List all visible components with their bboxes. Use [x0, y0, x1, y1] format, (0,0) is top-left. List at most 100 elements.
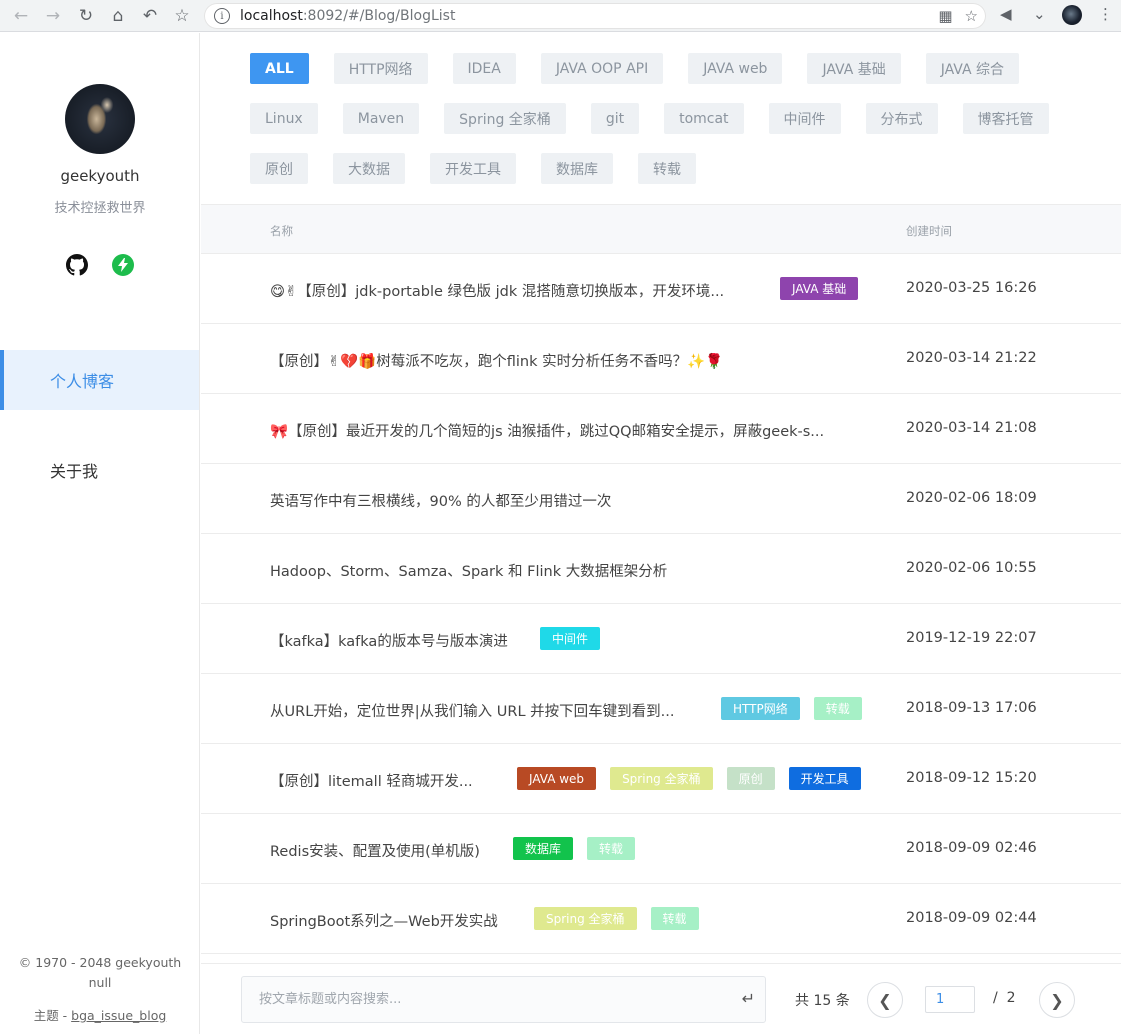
- post-title-link[interactable]: 英语写作中有三根横线，90% 的人都至少用错过一次: [270, 490, 611, 511]
- prev-page-button[interactable]: ❮: [867, 982, 903, 1018]
- tag-filter-button[interactable]: 大数据: [333, 153, 405, 184]
- column-header-name: 名称: [270, 224, 293, 238]
- post-title-link[interactable]: 【原创】litemall 轻商城开发...: [270, 770, 473, 791]
- menu-dots-icon[interactable]: ⋮: [1098, 5, 1113, 23]
- reload-icon[interactable]: ↻: [73, 4, 99, 28]
- sidebar-item-blog[interactable]: 个人博客: [0, 350, 199, 410]
- footer-null: null: [88, 975, 112, 990]
- bookmark-star-icon[interactable]: ☆: [169, 4, 195, 28]
- tag-row: ALL HTTP网络 IDEA JAVA OOP API JAVA web JAVA 基础…: [250, 53, 1044, 84]
- tag-filter-button[interactable]: 开发工具: [430, 153, 516, 184]
- post-tag-badge[interactable]: Spring 全家桶: [534, 907, 637, 930]
- post-title-link[interactable]: 【kafka】kafka的版本号与版本演进: [270, 630, 508, 651]
- tag-filter-button[interactable]: JAVA OOP API: [540, 53, 664, 84]
- bottom-bar: ↵ 共 15 条 ❮ / 2 ❯: [201, 963, 1121, 1034]
- github-icon[interactable]: [66, 254, 88, 276]
- table-row[interactable]: 英语写作中有三根横线，90% 的人都至少用错过一次 2020-02-06 18:0…: [201, 464, 1121, 534]
- post-tags: JAVA web Spring 全家桶 原创 开发工具: [517, 767, 861, 790]
- post-tags: HTTP网络 转载: [721, 697, 862, 720]
- home-icon[interactable]: ⌂: [105, 4, 131, 28]
- post-tag-badge[interactable]: 开发工具: [788, 767, 861, 790]
- forward-icon[interactable]: →: [40, 4, 66, 28]
- page-number-input[interactable]: [925, 986, 975, 1013]
- address-bar[interactable]: i localhost:8092/#/Blog/BlogList ▦ ☆: [204, 3, 986, 29]
- table-row[interactable]: Hadoop、Storm、Samza、Spark 和 Flink 大数据框架分析…: [201, 534, 1121, 604]
- post-title-link[interactable]: 😋✌【原创】jdk-portable 绿色版 jdk 混搭随意切换版本，开发环境…: [270, 280, 724, 301]
- tag-filter-button[interactable]: 分布式: [865, 103, 938, 134]
- back-icon[interactable]: ←: [8, 4, 34, 28]
- table-row[interactable]: 【原创】litemall 轻商城开发... JAVA web Spring 全家桶原…: [201, 744, 1121, 814]
- post-tag-badge[interactable]: 转载: [650, 907, 699, 930]
- enter-icon[interactable]: ↵: [742, 989, 755, 1008]
- tag-filter-button[interactable]: JAVA 基础: [807, 53, 901, 84]
- post-tag-badge[interactable]: Spring 全家桶: [610, 767, 713, 790]
- table-row[interactable]: 【原创】✌💔🎁树莓派不吃灰，跑个flink 实时分析任务不香吗？✨🌹 2020-0…: [201, 324, 1121, 394]
- table-row[interactable]: 【kafka】kafka的版本号与版本演进 中间件 2019-12-19 22:07: [201, 604, 1121, 674]
- tag-filter-button[interactable]: 中间件: [768, 103, 841, 134]
- table-row[interactable]: SpringBoot系列之—Web开发实战 Spring 全家桶 转载 2018-09…: [201, 884, 1121, 954]
- post-title-link[interactable]: 从URL开始，定位世界|从我们输入 URL 并按下回车键到看到...: [270, 700, 674, 721]
- tag-row: Linux Maven Spring 全家桶 git tomcat 中间件 分布式 博客托管: [250, 103, 1074, 134]
- post-tag-badge[interactable]: 转载: [813, 697, 862, 720]
- tag-filter-button[interactable]: Linux: [250, 103, 318, 134]
- post-created-time: 2018-09-09 02:44: [906, 910, 1037, 926]
- extension-chevron-icon[interactable]: ⌄: [1033, 5, 1046, 23]
- username: geekyouth: [60, 167, 140, 185]
- post-title-link[interactable]: Hadoop、Storm、Samza、Spark 和 Flink 大数据框架分析: [270, 560, 667, 581]
- tag-filter-button[interactable]: ALL: [250, 53, 309, 84]
- tag-filter-button[interactable]: JAVA 综合: [925, 53, 1020, 84]
- info-icon[interactable]: i: [214, 8, 230, 24]
- tag-filter-button[interactable]: 原创: [250, 153, 308, 184]
- tag-filter-button[interactable]: 博客托管: [962, 103, 1049, 134]
- tag-filter-button[interactable]: HTTP网络: [333, 53, 428, 84]
- sidebar: geekyouth 技术控拯救世界 个人博客 关于我 © 1970 - 2048…: [0, 33, 200, 1034]
- post-created-time: 2018-09-09 02:46: [906, 840, 1037, 856]
- post-title-link[interactable]: 【原创】✌💔🎁树莓派不吃灰，跑个flink 实时分析任务不香吗？✨🌹: [270, 350, 723, 371]
- sidebar-item-about[interactable]: 关于我: [0, 440, 199, 500]
- post-tag-badge[interactable]: JAVA 基础: [780, 277, 859, 300]
- post-created-time: 2018-09-12 15:20: [906, 770, 1037, 786]
- post-tag-badge[interactable]: HTTP网络: [721, 697, 800, 720]
- extension-avatar-icon[interactable]: [1062, 5, 1082, 25]
- chevron-right-icon: ❯: [1050, 990, 1064, 1010]
- total-count: 共 15 条: [795, 993, 850, 1009]
- bookmark-star-icon[interactable]: ☆: [965, 7, 978, 25]
- search-input[interactable]: [257, 991, 727, 1008]
- post-tag-badge[interactable]: 数据库: [513, 837, 574, 860]
- table-row[interactable]: 🎀【原创】最近开发的几个简短的js 油猴插件，跳过QQ邮箱安全提示，屏蔽geek…: [201, 394, 1121, 464]
- tag-filter-button[interactable]: git: [590, 103, 640, 134]
- page-total: / 2: [993, 990, 1016, 1006]
- tag-filter-button[interactable]: Spring 全家桶: [444, 103, 566, 134]
- total-pages: 2: [1006, 990, 1016, 1006]
- table-row[interactable]: Redis安装、配置及使用(单机版) 数据库 转载 2018-09-09 02:46: [201, 814, 1121, 884]
- page-separator: /: [993, 990, 998, 1006]
- table-row[interactable]: 从URL开始，定位世界|从我们输入 URL 并按下回车键到看到... HTTP网络…: [201, 674, 1121, 744]
- post-title-link[interactable]: Redis安装、配置及使用(单机版): [270, 840, 480, 861]
- table-row[interactable]: 😋✌【原创】jdk-portable 绿色版 jdk 混搭随意切换版本，开发环境…: [201, 254, 1121, 324]
- post-tag-badge[interactable]: 转载: [587, 837, 636, 860]
- address-url: localhost:8092/#/Blog/BlogList: [240, 8, 456, 24]
- post-tags: Spring 全家桶 转载: [534, 907, 699, 930]
- post-created-time: 2020-03-14 21:22: [906, 350, 1037, 366]
- tag-filter-button[interactable]: Maven: [342, 103, 420, 134]
- mute-icon[interactable]: ◀: [1000, 5, 1012, 23]
- undo-icon[interactable]: ↶: [137, 4, 163, 28]
- post-tag-badge[interactable]: 原创: [726, 767, 775, 790]
- next-page-button[interactable]: ❯: [1039, 982, 1075, 1018]
- tag-filter-button[interactable]: tomcat: [664, 103, 744, 134]
- sidebar-item-label: 个人博客: [50, 372, 115, 391]
- post-created-time: 2019-12-19 22:07: [906, 630, 1037, 646]
- tag-filter-button[interactable]: JAVA web: [688, 53, 783, 84]
- tag-filter-button[interactable]: 转载: [638, 153, 696, 184]
- tag-filter-button[interactable]: IDEA: [452, 53, 516, 84]
- tag-filter-button[interactable]: 数据库: [541, 153, 613, 184]
- browser-toolbar: ← → ↻ ⌂ ↶ ☆ i localhost:8092/#/Blog/Blog…: [0, 0, 1121, 32]
- bolt-icon[interactable]: [112, 254, 134, 276]
- post-title-link[interactable]: SpringBoot系列之—Web开发实战: [270, 910, 498, 931]
- post-tag-badge[interactable]: JAVA web: [517, 767, 597, 790]
- post-title-link[interactable]: 🎀【原创】最近开发的几个简短的js 油猴插件，跳过QQ邮箱安全提示，屏蔽geek…: [270, 420, 824, 441]
- theme-link[interactable]: bga_issue_blog: [71, 1008, 166, 1023]
- qr-code-icon[interactable]: ▦: [938, 7, 952, 25]
- post-tags: 中间件: [540, 627, 601, 650]
- post-tag-badge[interactable]: 中间件: [540, 627, 601, 650]
